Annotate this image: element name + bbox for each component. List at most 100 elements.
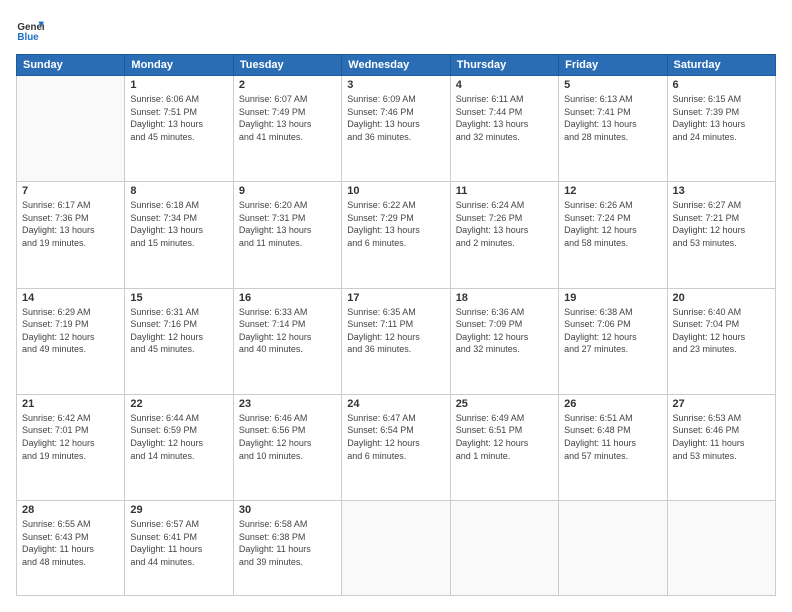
day-info: Sunrise: 6:11 AM Sunset: 7:44 PM Dayligh… [456,93,553,143]
calendar-cell: 10Sunrise: 6:22 AM Sunset: 7:29 PM Dayli… [342,182,450,288]
day-number: 16 [239,292,336,304]
calendar-cell: 4 Sunrise: 6:11 AM Sunset: 7:44 PM Daylig… [450,76,558,182]
day-header-monday: Monday [125,55,233,76]
day-number: 27 [673,398,770,410]
day-number: 3 [347,79,444,91]
day-number: 7 [22,185,119,197]
day-info: Sunrise: 6:24 AM Sunset: 7:26 PM Dayligh… [456,199,553,249]
day-info: Sunrise: 6:26 AM Sunset: 7:24 PM Dayligh… [564,199,661,249]
day-number: 17 [347,292,444,304]
day-info: Sunrise: 6:31 AM Sunset: 7:16 PM Dayligh… [130,306,227,356]
logo: General Blue [16,16,48,44]
day-number: 15 [130,292,227,304]
day-header-wednesday: Wednesday [342,55,450,76]
day-info: Sunrise: 6:33 AM Sunset: 7:14 PM Dayligh… [239,306,336,356]
day-info: Sunrise: 6:18 AM Sunset: 7:34 PM Dayligh… [130,199,227,249]
calendar-cell: 26Sunrise: 6:51 AM Sunset: 6:48 PM Dayli… [559,394,667,500]
calendar-cell: 9 Sunrise: 6:20 AM Sunset: 7:31 PM Daylig… [233,182,341,288]
calendar-cell: 21 Sunrise: 6:42 AM Sunset: 7:01 PM Dayli… [17,394,125,500]
day-number: 11 [456,185,553,197]
day-number: 20 [673,292,770,304]
day-number: 30 [239,504,336,516]
header-row: SundayMondayTuesdayWednesdayThursdayFrid… [17,55,776,76]
calendar-cell [342,501,450,596]
calendar-cell: 2Sunrise: 6:07 AM Sunset: 7:49 PM Daylig… [233,76,341,182]
day-info: Sunrise: 6:06 AM Sunset: 7:51 PM Dayligh… [130,93,227,143]
day-number: 19 [564,292,661,304]
calendar-cell: 18Sunrise: 6:36 AM Sunset: 7:09 PM Dayli… [450,288,558,394]
calendar-cell: 29 Sunrise: 6:57 AM Sunset: 6:41 PM Dayli… [125,501,233,596]
calendar-cell: 19 Sunrise: 6:38 AM Sunset: 7:06 PM Dayli… [559,288,667,394]
header: General Blue [16,16,776,44]
day-number: 12 [564,185,661,197]
day-header-saturday: Saturday [667,55,775,76]
calendar-cell: 30 Sunrise: 6:58 AM Sunset: 6:38 PM Dayli… [233,501,341,596]
day-info: Sunrise: 6:15 AM Sunset: 7:39 PM Dayligh… [673,93,770,143]
calendar-cell: 24 Sunrise: 6:47 AM Sunset: 6:54 PM Dayli… [342,394,450,500]
day-info: Sunrise: 6:27 AM Sunset: 7:21 PM Dayligh… [673,199,770,249]
calendar-cell: 7Sunrise: 6:17 AM Sunset: 7:36 PM Daylig… [17,182,125,288]
day-info: Sunrise: 6:36 AM Sunset: 7:09 PM Dayligh… [456,306,553,356]
week-row-3: 14 Sunrise: 6:29 AM Sunset: 7:19 PM Dayli… [17,288,776,394]
day-info: Sunrise: 6:55 AM Sunset: 6:43 PM Dayligh… [22,518,119,568]
day-info: Sunrise: 6:53 AM Sunset: 6:46 PM Dayligh… [673,412,770,462]
week-row-2: 7Sunrise: 6:17 AM Sunset: 7:36 PM Daylig… [17,182,776,288]
day-number: 29 [130,504,227,516]
calendar-cell [559,501,667,596]
calendar-cell: 6 Sunrise: 6:15 AM Sunset: 7:39 PM Daylig… [667,76,775,182]
calendar-cell: 20 Sunrise: 6:40 AM Sunset: 7:04 PM Dayli… [667,288,775,394]
calendar-cell: 13 Sunrise: 6:27 AM Sunset: 7:21 PM Dayli… [667,182,775,288]
calendar-cell: 16 Sunrise: 6:33 AM Sunset: 7:14 PM Dayli… [233,288,341,394]
day-info: Sunrise: 6:35 AM Sunset: 7:11 PM Dayligh… [347,306,444,356]
day-header-thursday: Thursday [450,55,558,76]
day-number: 21 [22,398,119,410]
day-header-tuesday: Tuesday [233,55,341,76]
day-number: 9 [239,185,336,197]
calendar-cell: 8Sunrise: 6:18 AM Sunset: 7:34 PM Daylig… [125,182,233,288]
day-info: Sunrise: 6:42 AM Sunset: 7:01 PM Dayligh… [22,412,119,462]
week-row-1: 1 Sunrise: 6:06 AM Sunset: 7:51 PM Daylig… [17,76,776,182]
day-number: 25 [456,398,553,410]
calendar-cell: 11 Sunrise: 6:24 AM Sunset: 7:26 PM Dayli… [450,182,558,288]
day-number: 5 [564,79,661,91]
day-info: Sunrise: 6:40 AM Sunset: 7:04 PM Dayligh… [673,306,770,356]
day-number: 1 [130,79,227,91]
day-header-sunday: Sunday [17,55,125,76]
calendar-cell: 27 Sunrise: 6:53 AM Sunset: 6:46 PM Dayli… [667,394,775,500]
calendar-cell: 28 Sunrise: 6:55 AM Sunset: 6:43 PM Dayli… [17,501,125,596]
day-number: 6 [673,79,770,91]
day-number: 4 [456,79,553,91]
calendar-cell [17,76,125,182]
calendar-cell [667,501,775,596]
logo-icon: General Blue [16,16,44,44]
day-info: Sunrise: 6:44 AM Sunset: 6:59 PM Dayligh… [130,412,227,462]
svg-text:Blue: Blue [17,32,39,43]
calendar-cell: 3Sunrise: 6:09 AM Sunset: 7:46 PM Daylig… [342,76,450,182]
day-info: Sunrise: 6:46 AM Sunset: 6:56 PM Dayligh… [239,412,336,462]
calendar-cell: 1 Sunrise: 6:06 AM Sunset: 7:51 PM Daylig… [125,76,233,182]
calendar-cell: 23Sunrise: 6:46 AM Sunset: 6:56 PM Dayli… [233,394,341,500]
calendar-cell: 5Sunrise: 6:13 AM Sunset: 7:41 PM Daylig… [559,76,667,182]
calendar-cell: 22 Sunrise: 6:44 AM Sunset: 6:59 PM Dayli… [125,394,233,500]
day-info: Sunrise: 6:57 AM Sunset: 6:41 PM Dayligh… [130,518,227,568]
day-number: 14 [22,292,119,304]
calendar-cell: 14 Sunrise: 6:29 AM Sunset: 7:19 PM Dayli… [17,288,125,394]
day-info: Sunrise: 6:22 AM Sunset: 7:29 PM Dayligh… [347,199,444,249]
day-info: Sunrise: 6:58 AM Sunset: 6:38 PM Dayligh… [239,518,336,568]
day-number: 22 [130,398,227,410]
calendar-cell: 15 Sunrise: 6:31 AM Sunset: 7:16 PM Dayli… [125,288,233,394]
day-number: 13 [673,185,770,197]
page: General Blue SundayMondayTuesdayWednesda… [0,0,792,612]
day-header-friday: Friday [559,55,667,76]
day-info: Sunrise: 6:38 AM Sunset: 7:06 PM Dayligh… [564,306,661,356]
day-number: 28 [22,504,119,516]
calendar-cell: 12 Sunrise: 6:26 AM Sunset: 7:24 PM Dayli… [559,182,667,288]
day-number: 2 [239,79,336,91]
day-info: Sunrise: 6:20 AM Sunset: 7:31 PM Dayligh… [239,199,336,249]
week-row-5: 28 Sunrise: 6:55 AM Sunset: 6:43 PM Dayli… [17,501,776,596]
day-info: Sunrise: 6:47 AM Sunset: 6:54 PM Dayligh… [347,412,444,462]
day-info: Sunrise: 6:49 AM Sunset: 6:51 PM Dayligh… [456,412,553,462]
calendar-cell: 17 Sunrise: 6:35 AM Sunset: 7:11 PM Dayli… [342,288,450,394]
day-info: Sunrise: 6:29 AM Sunset: 7:19 PM Dayligh… [22,306,119,356]
day-number: 24 [347,398,444,410]
